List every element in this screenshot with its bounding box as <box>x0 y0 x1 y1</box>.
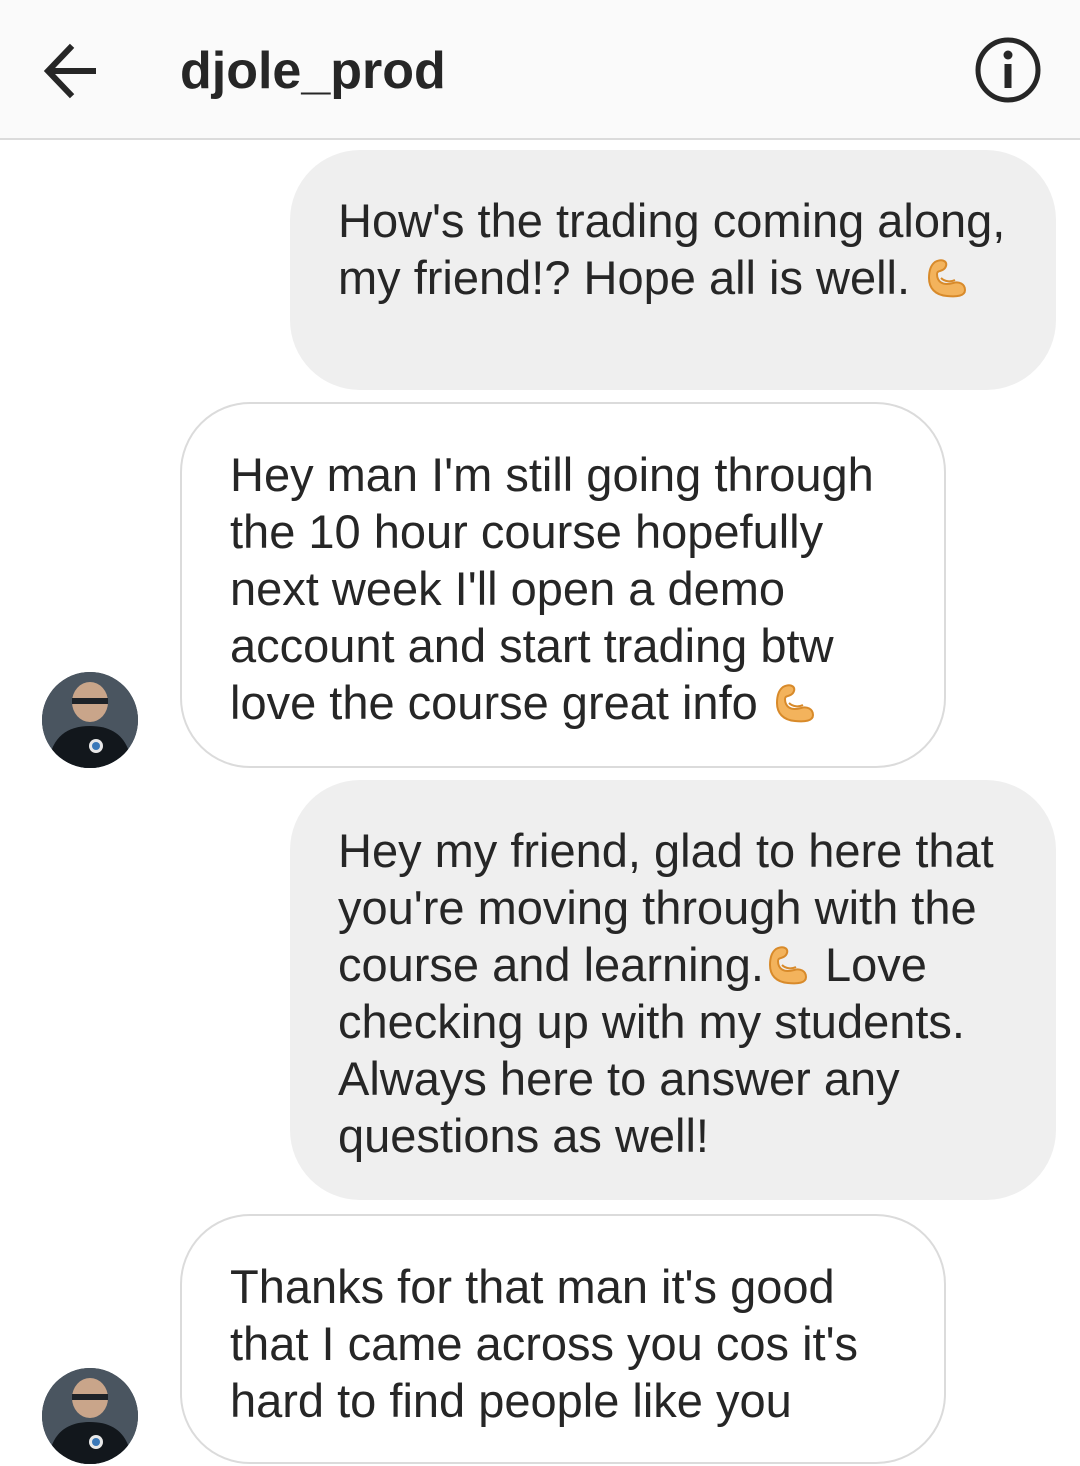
info-icon <box>975 37 1041 103</box>
conversation-title[interactable]: djole_prod <box>180 38 446 104</box>
profile-photo-icon <box>42 1368 138 1464</box>
message-text: Thanks for that man it's good that I cam… <box>230 1260 859 1427</box>
avatar[interactable] <box>42 672 138 768</box>
sent-message[interactable]: Hey my friend, glad to here that you're … <box>290 780 1056 1200</box>
avatar[interactable] <box>42 1368 138 1464</box>
received-message[interactable]: Thanks for that man it's good that I cam… <box>180 1214 946 1464</box>
conversation-header: djole_prod <box>0 0 1080 140</box>
flexed-biceps-icon <box>928 259 967 298</box>
received-message[interactable]: Hey man I'm still going through the 10 h… <box>180 402 946 768</box>
sent-message[interactable]: How's the trading coming along, my frien… <box>290 150 1056 390</box>
profile-photo-icon <box>42 672 138 768</box>
back-button[interactable] <box>40 38 106 104</box>
arrow-left-icon <box>43 43 96 99</box>
message-thread: How's the trading coming along, my frien… <box>0 0 1080 1466</box>
info-button[interactable] <box>972 34 1044 106</box>
flexed-biceps-icon <box>768 946 807 985</box>
flexed-biceps-icon <box>775 684 814 723</box>
message-text: How's the trading coming along, my frien… <box>338 194 1006 304</box>
